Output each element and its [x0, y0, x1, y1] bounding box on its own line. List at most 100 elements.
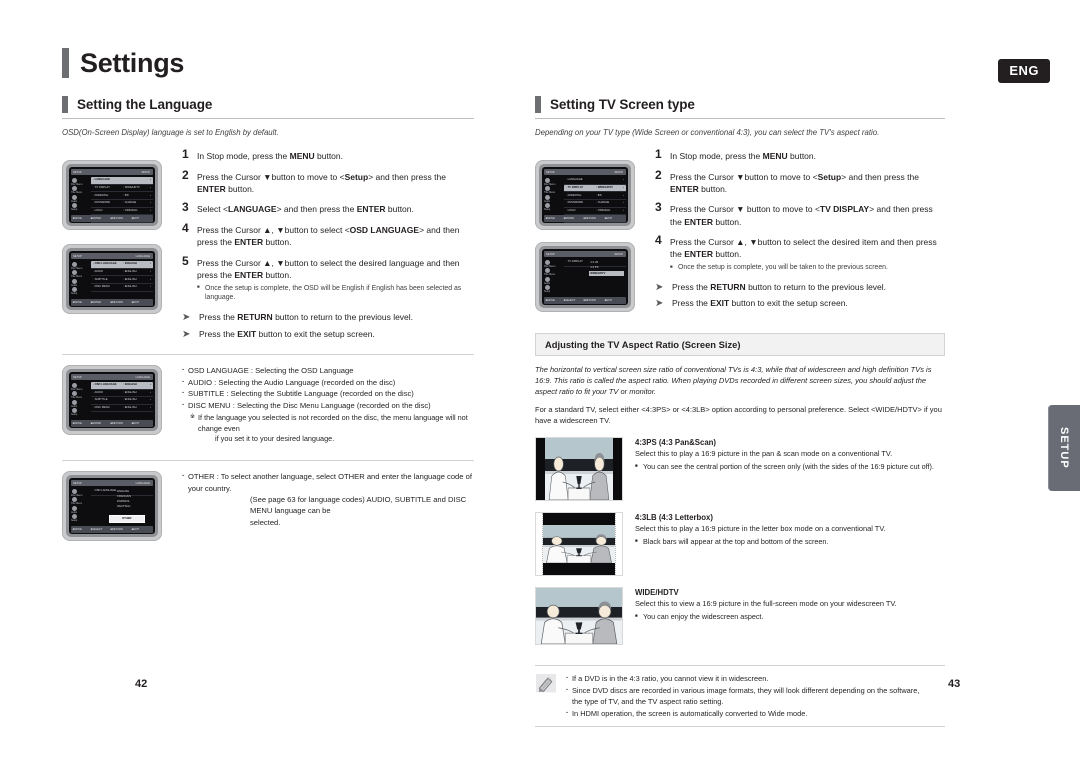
arrow-icon: ➤: [655, 281, 664, 293]
osd-row-name: · LOGO: [93, 208, 103, 212]
aspect-bullet: You can enjoy the widescreen aspect.: [635, 612, 897, 622]
right-screens: SETUP SETUP Disc Menu Title Menu Audio Setup ·…: [535, 160, 639, 313]
osd-row: · AUDIO: ENGLISH ›: [91, 269, 153, 277]
aspect-item: 4:3LB (4:3 Letterbox) Select this to play…: [535, 512, 945, 577]
osd-row: · TV DISPLAY: WIDE/HDTV ›: [91, 185, 153, 193]
osd-row: · OSD LANGUAGE: ENGLISH ›: [91, 382, 153, 390]
note-text: If a DVD is in the 4:3 ratio, you cannot…: [566, 672, 919, 719]
osd-left-icons: Disc Menu Title Menu Audio Setup: [544, 177, 563, 214]
aspect-para-line-2: widescreen TV.: [559, 416, 611, 426]
osd-row-name: · PASSWORD: [93, 201, 111, 205]
osd-left-icons: Disc Menu Title Menu Audio Setup: [71, 177, 90, 214]
osd-bottom-exit: ■EXIT: [131, 527, 140, 531]
osd-icon-setup: Setup: [544, 285, 563, 293]
osd-bottom-enter: ■ENTER: [90, 217, 102, 221]
manual-page: Settings ENG SETUP Setting the Language …: [0, 0, 1080, 763]
osd-icon-disc-menu: Disc Menu: [544, 259, 563, 268]
arrow-note: ➤ Press the RETURN button to return to th…: [655, 282, 945, 295]
osd-left-icons: Disc Menu Title Menu Audio Setup: [544, 259, 563, 296]
osd-rows: · OSD LANGUAGE: ENGLISH › · AUDIO: ENGLISH…: [91, 382, 153, 419]
osd-screen-language-menu: SETUP LANGUAGE Disc Menu Title Menu Audio Set…: [62, 244, 162, 315]
osd-row-arrow: ›: [150, 390, 151, 394]
osd-row-name: · PARENTAL: [93, 193, 109, 197]
aspect-paragraph: For a standard TV, select either <4:3PS>…: [535, 404, 945, 426]
arrow-icon: ➤: [182, 328, 191, 340]
osd-row-name: · SUBTITLE: [93, 398, 108, 402]
osd-row-value: : WIDE/HDTV: [596, 186, 613, 190]
osd-bottombar: ■MOVE ■ENTER ■RETURN ■EXIT: [71, 215, 153, 223]
step-subnote: Once the setup is complete, you will be …: [670, 263, 945, 273]
step-text: Press the Cursor ▲, ▼button to select th…: [197, 255, 474, 303]
aspect-desc: Select this to play a 16:9 picture in th…: [635, 449, 893, 459]
step-number: 4: [655, 233, 662, 248]
left-column: Setting the Language OSD(On-Screen Displ…: [62, 96, 474, 551]
aspect-title: 4:3PS (4:3 Pan&Scan): [635, 438, 717, 448]
step-item: 3 Press the Cursor ▼ button to move to <T…: [655, 201, 945, 227]
osd-row-name: · DISC MENU: [93, 406, 110, 410]
osd-row: · PARENTAL: 8/8 ›: [564, 192, 626, 201]
pic-letterbox: [535, 512, 623, 577]
osd-rows: · LANGUAGE › · TV DISPLAY: WIDE/HDTV › · PAR…: [91, 177, 153, 223]
osd-bottombar: ■MOVE ■ENTER ■RETURN ■EXIT: [71, 299, 153, 307]
step-number: 1: [182, 147, 189, 162]
osd-icon-setup: Setup: [71, 408, 90, 416]
osd-row-name: · LANGUAGE: [566, 178, 583, 182]
osd-row-arrow: ›: [150, 208, 151, 212]
left-section-header: Setting the Language: [62, 96, 474, 119]
osd-icon-audio: Audio: [71, 194, 90, 203]
pencil-icon: [535, 674, 557, 694]
osd-row: · AUDIO: ENGLISH ›: [91, 390, 153, 398]
right-section-intro: Depending on your TV type (Wide Screen o…: [535, 128, 880, 137]
osd-left-icons: Disc Menu Title Menu Audio Setup: [71, 261, 90, 298]
step-item: 2 Press the Cursor ▼button to move to <Se…: [655, 169, 945, 195]
osd-row-value: : WIDE/HDTV: [123, 186, 140, 190]
osd-row-arrow: ›: [150, 186, 151, 190]
osd-bottom-exit: ■EXIT: [131, 421, 140, 425]
osd-bottombar: ■MOVE ■ENTER ■RETURN ■EXIT: [544, 215, 626, 223]
osd-top-left: SETUP: [546, 252, 555, 256]
arrow-note: ➤ Press the RETURN button to return to th…: [182, 312, 474, 325]
arrow-icon: ➤: [655, 298, 664, 310]
aspect-subsection-title: Adjusting the TV Aspect Ratio (Screen Si…: [535, 332, 945, 356]
language-subnote: If the language you selected is not reco…: [182, 413, 474, 445]
osd-row-name: · TV DISPLAY: [566, 186, 584, 190]
osd-bottom-select: ■SELECT: [563, 299, 576, 303]
osd-row-arrow: ›: [623, 186, 624, 190]
osd-row-arrow: ›: [150, 285, 151, 289]
aspect-desc: Select this to view a 16:9 picture in th…: [635, 599, 897, 609]
section-accent-bar: [62, 96, 68, 113]
language-bullet: SUBTITLE : Selecting the Subtitle Langua…: [182, 387, 474, 400]
osd-left-icons: Disc Menu Title Menu Audio Setup: [71, 488, 90, 525]
step-item: 1 In Stop mode, press the MENU button.: [182, 148, 474, 162]
osd-row-name: · LOGO: [566, 208, 576, 212]
note-line: If a DVD is in the 4:3 ratio, you cannot…: [566, 672, 919, 684]
osd-top-right: LANGUAGE: [135, 254, 150, 258]
osd-row: · PASSWORD: CHANGE ›: [564, 200, 626, 208]
step-item: 5 Press the Cursor ▲, ▼button to select t…: [182, 254, 474, 303]
osd-row-value: : CHANGE: [123, 201, 137, 205]
step-text: Select <LANGUAGE> and then press the ENT…: [197, 204, 414, 215]
aspect-title: WIDE/HDTV: [635, 588, 679, 598]
osd-row: · SUBTITLE: ENGLISH ›: [91, 276, 153, 285]
osd-row-value: : ENGLISH: [123, 262, 137, 266]
osd-top-right: SETUP: [141, 170, 150, 174]
osd-bottom-move: ■MOVE: [545, 299, 555, 303]
step-item: 2 Press the Cursor ▼button to move to <Se…: [182, 169, 474, 195]
osd-row-arrow: ›: [150, 178, 151, 182]
osd-row-name: · AUDIO: [93, 270, 104, 274]
osd-row-arrow: ›: [623, 193, 624, 197]
other-line-1: OTHER : To select another language, sele…: [188, 472, 472, 493]
osd-icon-audio: Audio: [71, 505, 90, 514]
arrow-note-text: Press the RETURN button to return to the…: [199, 312, 414, 323]
pic-pan-scan: [535, 437, 623, 502]
language-bullet: OSD LANGUAGE : Selecting the OSD Languag…: [182, 364, 474, 377]
aspect-item: 4:3PS (4:3 Pan&Scan) Select this to play …: [535, 437, 945, 502]
step-number: 2: [182, 167, 189, 182]
osd-row-name: · PASSWORD: [566, 201, 584, 205]
step-subnote: Once the setup is complete, the OSD will…: [197, 284, 474, 303]
osd-icon-title-menu: Title Menu: [71, 186, 90, 194]
note-line: the type of TV, and the TV aspect ratio …: [572, 697, 724, 707]
osd-row-name: · OSD LANGUAGE: [93, 489, 117, 493]
osd-row-value: : ORIGINAL: [596, 208, 611, 212]
osd-row-value: : 8/8: [596, 193, 602, 197]
